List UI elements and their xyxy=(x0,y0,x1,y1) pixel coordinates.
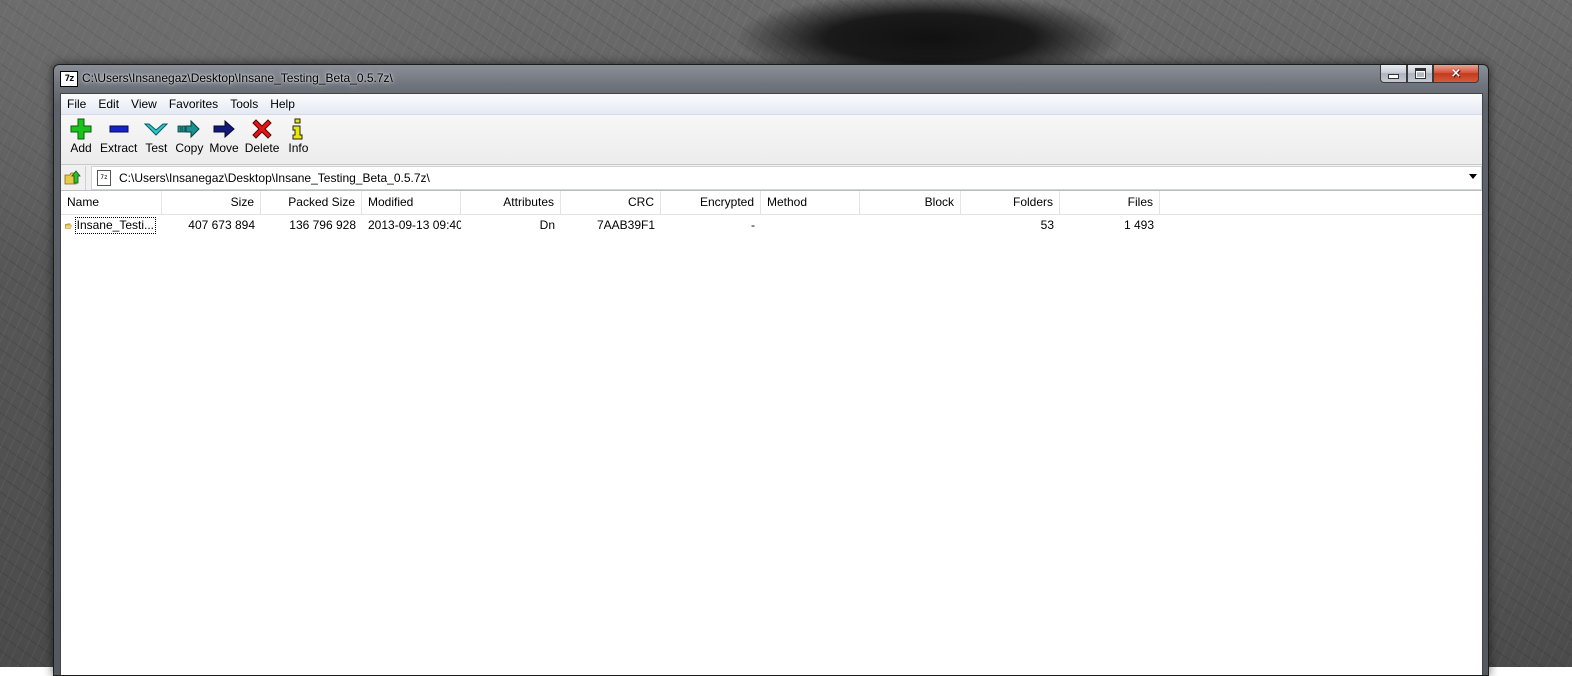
column-folders[interactable]: Folders xyxy=(961,191,1060,214)
app-7z-icon[interactable]: 7z xyxy=(60,71,78,87)
column-attributes[interactable]: Attributes xyxy=(461,191,561,214)
archive-icon: 7z xyxy=(97,170,111,186)
table-row[interactable]: Insane_Testi... 407 673 894 136 796 928 … xyxy=(61,215,1482,236)
attributes-cell: Dn xyxy=(539,218,555,232)
address-path: C:\Users\Insanegaz\Desktop\Insane_Testin… xyxy=(119,171,430,185)
check-icon xyxy=(143,117,169,141)
app-window: 7z C:\Users\Insanegaz\Desktop\Insane_Tes… xyxy=(53,64,1489,676)
file-list[interactable]: Name Size Packed Size Modified Attribute… xyxy=(61,191,1482,236)
copy-arrow-icon xyxy=(176,117,202,141)
column-packed-size[interactable]: Packed Size xyxy=(261,191,362,214)
up-folder-button[interactable] xyxy=(61,165,86,190)
size-cell: 407 673 894 xyxy=(188,218,255,232)
close-icon: × xyxy=(1450,66,1462,81)
move-label: Move xyxy=(209,141,239,155)
column-method[interactable]: Method xyxy=(761,191,860,214)
packed-size-cell: 136 796 928 xyxy=(289,218,356,232)
test-button[interactable]: Test xyxy=(140,115,172,155)
menu-file[interactable]: File xyxy=(61,94,92,114)
column-modified[interactable]: Modified xyxy=(362,191,461,214)
add-label: Add xyxy=(70,141,92,155)
extract-button[interactable]: Extract xyxy=(97,115,140,155)
item-name: Insane_Testi... xyxy=(74,217,156,234)
minimize-button[interactable] xyxy=(1380,65,1407,83)
client-area: File Edit View Favorites Tools Help Add xyxy=(60,93,1483,675)
crc-cell: 7AAB39F1 xyxy=(596,218,655,232)
maximize-icon xyxy=(1414,68,1426,79)
toolbar: Add Extract Test Copy Move Delete Info xyxy=(61,115,1482,165)
column-encrypted[interactable]: Encrypted xyxy=(661,191,761,214)
add-button[interactable]: Add xyxy=(65,115,97,155)
column-header-row: Name Size Packed Size Modified Attribute… xyxy=(61,191,1482,215)
minus-icon xyxy=(106,117,132,141)
chevron-down-icon[interactable] xyxy=(1469,174,1477,179)
delete-button[interactable]: Delete xyxy=(242,115,283,155)
files-cell: 1 493 xyxy=(1123,218,1154,232)
menu-help[interactable]: Help xyxy=(264,94,301,114)
move-arrow-icon xyxy=(211,117,237,141)
move-button[interactable]: Move xyxy=(206,115,241,155)
menu-view[interactable]: View xyxy=(125,94,163,114)
extract-label: Extract xyxy=(100,141,138,155)
address-input[interactable]: 7z C:\Users\Insanegaz\Desktop\Insane_Tes… xyxy=(91,166,1482,190)
menu-tools[interactable]: Tools xyxy=(224,94,264,114)
info-label: Info xyxy=(288,141,309,155)
copy-button[interactable]: Copy xyxy=(172,115,206,155)
delete-x-icon xyxy=(249,117,275,141)
info-button[interactable]: Info xyxy=(282,115,314,155)
encrypted-cell: - xyxy=(751,218,755,232)
menu-edit[interactable]: Edit xyxy=(92,94,125,114)
info-icon xyxy=(285,117,311,141)
folder-icon xyxy=(65,222,72,229)
column-files[interactable]: Files xyxy=(1060,191,1160,214)
window-title: C:\Users\Insanegaz\Desktop\Insane_Testin… xyxy=(82,71,393,85)
plus-icon xyxy=(68,117,94,141)
up-folder-icon xyxy=(64,169,81,184)
title-bar[interactable]: 7z C:\Users\Insanegaz\Desktop\Insane_Tes… xyxy=(54,65,1488,91)
delete-label: Delete xyxy=(244,141,280,155)
column-crc[interactable]: CRC xyxy=(561,191,661,214)
folders-cell: 53 xyxy=(1040,218,1054,232)
minimize-icon xyxy=(1388,74,1399,79)
column-name[interactable]: Name xyxy=(61,191,162,214)
address-bar: 7z C:\Users\Insanegaz\Desktop\Insane_Tes… xyxy=(61,165,1482,191)
menu-bar: File Edit View Favorites Tools Help xyxy=(61,94,1482,115)
column-size[interactable]: Size xyxy=(162,191,261,214)
column-block[interactable]: Block xyxy=(860,191,961,214)
close-button[interactable]: × xyxy=(1433,65,1479,83)
copy-label: Copy xyxy=(175,141,204,155)
modified-cell: 2013-09-13 09:40 xyxy=(368,218,461,232)
maximize-button[interactable] xyxy=(1407,65,1433,83)
name-cell[interactable]: Insane_Testi... xyxy=(61,217,162,234)
test-label: Test xyxy=(145,141,168,155)
menu-favorites[interactable]: Favorites xyxy=(163,94,224,114)
